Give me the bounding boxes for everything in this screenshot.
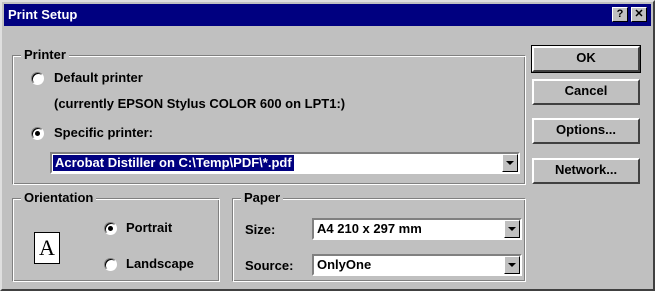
dialog-title: Print Setup — [8, 7, 78, 22]
specific-printer-radio[interactable] — [31, 127, 44, 140]
help-button[interactable]: ? — [612, 7, 628, 22]
specific-printer-value: Acrobat Distiller on C:\Temp\PDF\*.pdf — [53, 155, 294, 171]
size-label: Size: — [245, 222, 276, 237]
default-printer-radio[interactable] — [31, 72, 44, 85]
chevron-down-icon[interactable] — [504, 256, 520, 274]
ok-button[interactable]: OK — [531, 45, 641, 73]
chevron-down-icon[interactable] — [504, 220, 520, 238]
default-printer-label[interactable]: Default printer — [54, 70, 143, 86]
current-printer-note: (currently EPSON Stylus COLOR 600 on LPT… — [54, 96, 346, 111]
chevron-down-icon[interactable] — [502, 154, 518, 172]
paper-size-select[interactable]: A4 210 x 297 mm — [312, 218, 522, 240]
landscape-radio[interactable] — [104, 258, 117, 271]
portrait-page-icon: A — [34, 232, 60, 264]
paper-group-legend: Paper — [241, 190, 284, 206]
paper-source-select[interactable]: OnlyOne — [312, 254, 522, 276]
portrait-label[interactable]: Portrait — [126, 220, 172, 236]
paper-size-value: A4 210 x 297 mm — [317, 221, 422, 236]
orientation-group-legend: Orientation — [21, 190, 97, 206]
source-label: Source: — [245, 258, 294, 273]
specific-printer-select[interactable]: Acrobat Distiller on C:\Temp\PDF\*.pdf — [50, 152, 520, 174]
title-bar[interactable]: Print Setup ? ✕ — [4, 4, 651, 26]
network-button[interactable]: Network... — [532, 158, 640, 184]
specific-printer-label[interactable]: Specific printer: — [54, 125, 153, 141]
landscape-label[interactable]: Landscape — [126, 256, 194, 272]
paper-source-value: OnlyOne — [317, 257, 372, 272]
portrait-radio[interactable] — [104, 222, 117, 235]
printer-group-legend: Printer — [21, 47, 69, 63]
cancel-button[interactable]: Cancel — [532, 79, 640, 105]
options-button[interactable]: Options... — [532, 118, 640, 144]
close-button[interactable]: ✕ — [631, 7, 647, 22]
